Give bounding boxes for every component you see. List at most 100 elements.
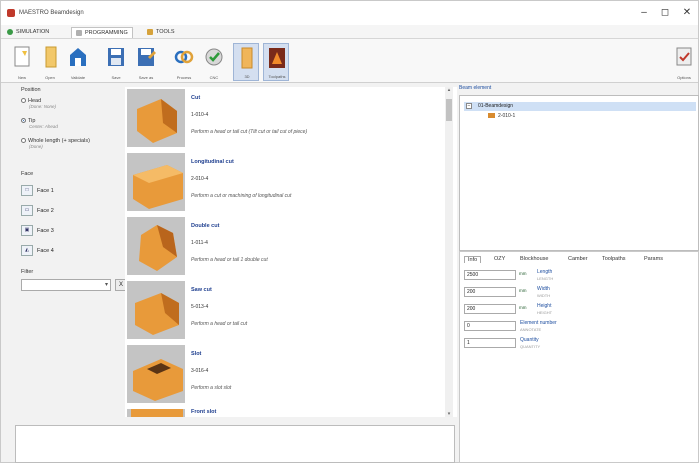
toolbar-save-as-label: Save as <box>138 75 154 80</box>
tab-simulation-label: SIMULATION <box>16 29 50 35</box>
toolpaths-icon <box>269 48 285 68</box>
operation-name: Double cut <box>191 223 220 229</box>
position-option-tip-sub: Center: Ahead <box>29 124 58 129</box>
operations-list: Cut 1-010-4 Perform a head or tail cut (… <box>125 87 457 417</box>
position-option-tip[interactable]: Tip Center: Ahead <box>21 118 58 129</box>
operation-item[interactable]: Cut 1-010-4 Perform a head or tail cut (… <box>125 89 445 151</box>
toolbar-options-button[interactable]: Options <box>671 43 697 81</box>
tab-toolpaths[interactable]: Toolpaths <box>602 256 626 262</box>
double-cut-thumbnail <box>127 217 185 275</box>
property-width: 200 mm Width WIDTH <box>464 286 684 301</box>
property-quantity: 1 Quantity QUANTITY <box>464 337 684 352</box>
toolbar-cnc-button[interactable]: CNC <box>201 43 227 81</box>
app-window: MAESTRO Beamdesign – ◻ ✕ SIMULATION PROG… <box>0 0 699 463</box>
width-input[interactable]: 200 <box>464 287 516 297</box>
maximize-button[interactable]: ◻ <box>657 7 673 19</box>
filter-header: Filter <box>21 269 34 275</box>
right-panel: Beam element − 01-Beamdesign 2-010-1 Inf… <box>459 85 699 463</box>
close-button[interactable]: ✕ <box>679 7 695 19</box>
programming-icon <box>76 29 82 36</box>
toolbar-3d-label: 3D <box>244 74 250 79</box>
house-icon <box>70 48 86 66</box>
radio-whole[interactable] <box>21 138 26 144</box>
operation-item[interactable]: Saw cut 5-013-4 Perform a head or tail c… <box>125 281 445 343</box>
output-panel[interactable] <box>15 425 455 463</box>
operation-description: Perform a head or tail 1 double cut <box>191 257 268 263</box>
collapse-icon[interactable]: − <box>466 103 472 109</box>
face-3-label: Face 3 <box>37 228 54 234</box>
toolbar-process-label: Process <box>176 75 192 80</box>
operation-description: Perform a cut or machining of longitudin… <box>191 193 292 199</box>
slot-thumbnail <box>127 345 185 403</box>
length-input[interactable]: 2500 <box>464 270 516 280</box>
operation-description: Perform a head or tail cut (Tilt cut or … <box>191 129 308 135</box>
width-note: WIDTH <box>537 293 551 298</box>
position-option-head[interactable]: Head (Done: None) <box>21 98 56 109</box>
operation-item[interactable]: Slot 3-016-4 Perform a slot slot <box>125 345 445 407</box>
radio-tip[interactable] <box>21 118 26 124</box>
operation-item[interactable]: Double cut 1-011-4 Perform a head or tai… <box>125 217 445 279</box>
face-2-button[interactable]: ▭ Face 2 <box>21 205 83 218</box>
quantity-input[interactable]: 1 <box>464 338 516 348</box>
tab-camber[interactable]: Camber <box>568 256 588 262</box>
toolbar-process-button[interactable]: Process <box>171 43 197 81</box>
tree-root-node[interactable]: − 01-Beamdesign <box>464 102 696 111</box>
tab-info[interactable]: Info <box>464 256 482 263</box>
tab-params[interactable]: Params <box>644 256 663 262</box>
toolbar-validate-button[interactable]: Validate <box>65 43 91 81</box>
cut-thumbnail <box>127 89 185 147</box>
operation-name: Saw cut <box>191 287 212 293</box>
tab-simulation[interactable]: SIMULATION <box>3 27 53 38</box>
face-4-label: Face 4 <box>37 248 54 254</box>
tree-child-node[interactable]: 2-010-1 <box>488 113 515 119</box>
tab-programming-label: PROGRAMMING <box>85 30 128 36</box>
face-4-button[interactable]: ◭ Face 4 <box>21 245 83 258</box>
face-3-button[interactable]: ▣ Face 3 <box>21 225 83 238</box>
radio-head[interactable] <box>21 98 26 104</box>
toolbar-open-button[interactable]: Open <box>37 43 63 81</box>
operation-code: 5-013-4 <box>191 304 209 310</box>
face-1-button[interactable]: □ Face 1 <box>21 185 83 198</box>
window-title: MAESTRO Beamdesign <box>19 10 84 16</box>
saw-cut-thumbnail <box>127 281 185 339</box>
main-tabs: SIMULATION PROGRAMMING TOOLS <box>1 25 698 39</box>
tab-blockhouse[interactable]: Blockhouse <box>520 256 548 262</box>
element-number-note: ANNOTATE <box>520 327 542 332</box>
toolbar-toolpaths-button[interactable]: Toolpaths <box>263 43 289 81</box>
toolbar-new-button[interactable]: New <box>9 43 35 81</box>
operations-scrollbar[interactable]: ▴ ▾ <box>445 87 453 417</box>
scrollbar-thumb[interactable] <box>446 99 452 121</box>
scroll-up-icon[interactable]: ▴ <box>445 87 453 93</box>
save-as-icon <box>138 48 156 66</box>
operation-item[interactable]: Front slot <box>125 409 445 417</box>
face-1-label: Face 1 <box>37 188 54 194</box>
position-option-head-sub: (Done: None) <box>29 104 57 109</box>
element-number-input[interactable]: 0 <box>464 321 516 331</box>
tab-programming[interactable]: PROGRAMMING <box>71 27 133 38</box>
left-panel: Position Head (Done: None) Tip Center: A… <box>13 85 127 423</box>
tree-root-label: 01-Beamdesign <box>478 103 514 109</box>
operation-description: Perform a slot slot <box>191 385 232 391</box>
filter-dropdown[interactable]: ▾ <box>21 279 111 291</box>
length-label: Length <box>537 269 553 275</box>
height-label: Height <box>537 303 552 309</box>
toolbar-save-button[interactable]: Save <box>103 43 129 81</box>
minimize-button[interactable]: – <box>636 7 652 19</box>
toolbar-cnc-label: CNC <box>209 75 219 80</box>
position-option-whole[interactable]: Whole length (+ specials) (Done) <box>21 138 121 149</box>
height-input[interactable]: 200 <box>464 304 516 314</box>
operation-name: Slot <box>191 351 202 357</box>
property-length: 2500 mm Length LENGTH <box>464 269 684 284</box>
tab-tools[interactable]: TOOLS <box>143 27 179 38</box>
folder-icon <box>488 113 495 119</box>
face-2-label: Face 2 <box>37 208 54 214</box>
scroll-down-icon[interactable]: ▾ <box>445 411 453 417</box>
toolbar-save-as-button[interactable]: Save as <box>133 43 159 81</box>
face-3-icon: ▣ <box>21 225 33 237</box>
tree-header: Beam element <box>459 85 492 91</box>
toolbar-3d-button[interactable]: 3D <box>233 43 259 81</box>
position-option-whole-sub: (Done) <box>29 144 43 149</box>
tab-ozy[interactable]: OZY <box>494 256 505 262</box>
height-unit: mm <box>519 305 527 310</box>
operation-item[interactable]: Longitudinal cut 2-010-4 Perform a cut o… <box>125 153 445 215</box>
